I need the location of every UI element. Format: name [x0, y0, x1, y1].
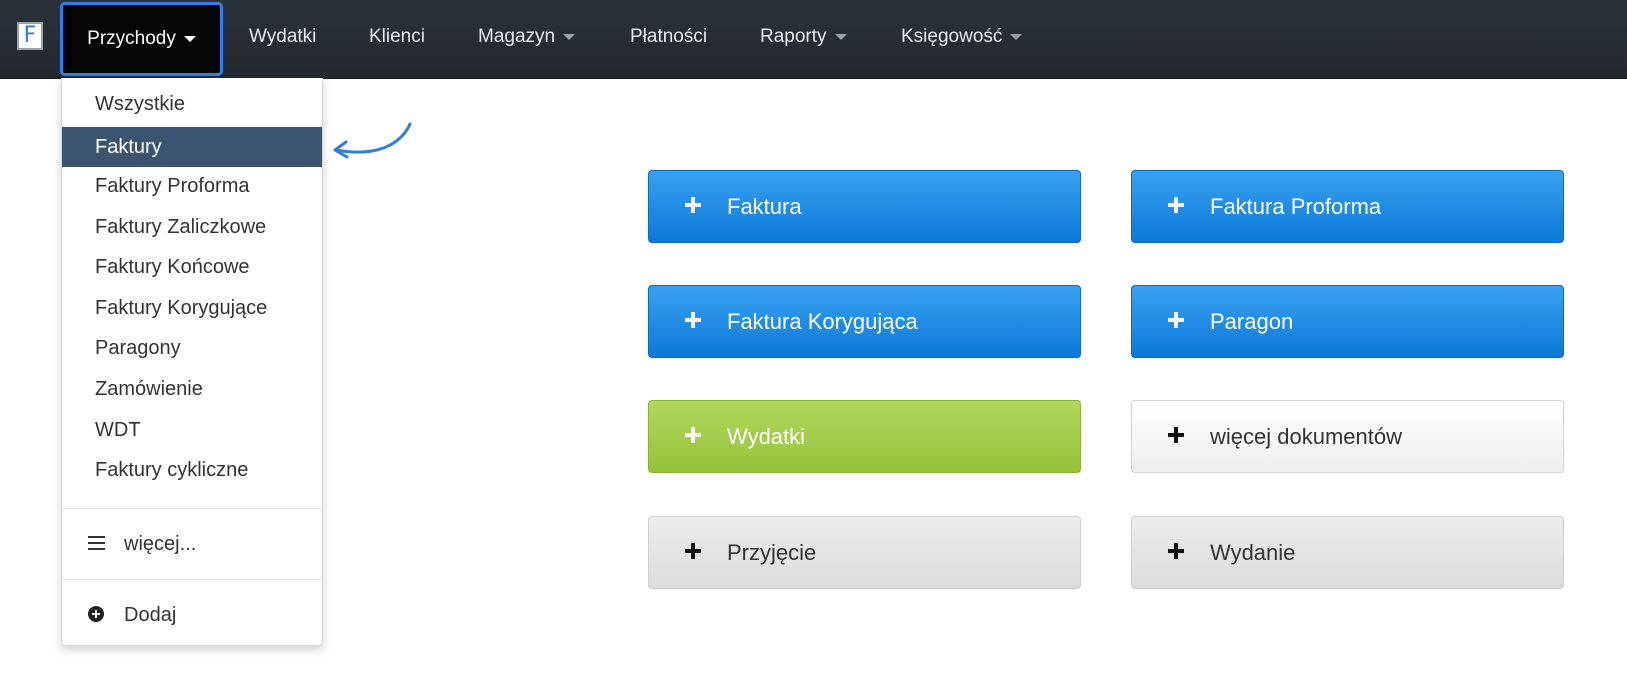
list-icon — [88, 535, 105, 550]
nav-magazyn[interactable]: Magazyn — [478, 0, 576, 74]
app-window: F Przychody Wydatki Klienci Magazyn Płat… — [0, 0, 1627, 686]
plus-icon — [685, 543, 701, 560]
menu-item-faktury-zaliczkowe[interactable]: Faktury Zaliczkowe — [62, 207, 322, 247]
add-faktura-korygujaca-button[interactable]: Faktura Korygująca — [648, 285, 1081, 358]
nav-raporty[interactable]: Raporty — [760, 0, 847, 74]
menu-item-zamowienie[interactable]: Zamówienie — [62, 369, 322, 409]
menu-item-paragony[interactable]: Paragony — [62, 328, 322, 368]
menu-divider — [62, 508, 322, 509]
button-label: Wydanie — [1210, 540, 1296, 565]
menu-item-dodaj[interactable]: Dodaj — [62, 595, 322, 635]
menu-item-faktury-cykliczne[interactable]: Faktury cykliczne — [62, 450, 322, 490]
nav-klienci[interactable]: Klienci — [369, 0, 425, 74]
menu-item-faktury-korygujace[interactable]: Faktury Korygujące — [62, 288, 322, 328]
button-label: Faktura — [727, 194, 802, 219]
przychody-dropdown-menu: Wszystkie Faktury Faktury Proforma Faktu… — [61, 78, 323, 646]
wiecej-dokumentow-button[interactable]: więcej dokumentów — [1131, 400, 1564, 473]
nav-label: Klienci — [369, 26, 425, 47]
plus-icon — [1168, 543, 1184, 560]
button-label: Paragon — [1210, 309, 1294, 334]
plus-icon — [685, 312, 701, 329]
nav-label: Magazyn — [478, 26, 556, 47]
caret-down-icon — [1010, 33, 1023, 40]
nav-label: Raporty — [760, 26, 827, 47]
menu-item-faktury-proforma[interactable]: Faktury Proforma — [62, 166, 322, 206]
plus-icon — [1168, 312, 1184, 329]
nav-przychody[interactable]: Przychody — [60, 2, 223, 76]
plus-circle-icon — [88, 605, 104, 622]
nav-label: Przychody — [87, 28, 176, 49]
menu-item-label: Dodaj — [124, 604, 177, 626]
nav-label: Wydatki — [249, 26, 317, 47]
nav-label: Księgowość — [901, 26, 1003, 47]
plus-icon — [685, 197, 701, 214]
annotation-arrow-icon — [333, 122, 412, 159]
button-label: Wydatki — [727, 424, 806, 449]
plus-icon — [1168, 427, 1184, 444]
caret-down-icon — [183, 35, 196, 42]
brand-logo[interactable]: F — [17, 22, 43, 50]
button-label: Przyjęcie — [727, 540, 817, 565]
nav-label: Płatności — [630, 26, 708, 47]
caret-down-icon — [834, 33, 847, 40]
nav-ksiegowosc[interactable]: Księgowość — [901, 0, 1023, 74]
menu-item-faktury-koncowe[interactable]: Faktury Końcowe — [62, 247, 322, 287]
menu-item-wszystkie[interactable]: Wszystkie — [62, 84, 322, 124]
nav-platnosci[interactable]: Płatności — [630, 0, 707, 74]
top-navbar: F Przychody Wydatki Klienci Magazyn Płat… — [0, 0, 1627, 79]
menu-divider — [62, 579, 322, 580]
add-przyjecie-button[interactable]: Przyjęcie — [648, 516, 1081, 589]
menu-item-faktury[interactable]: Faktury — [62, 127, 322, 167]
add-wydanie-button[interactable]: Wydanie — [1131, 516, 1564, 589]
button-label: więcej dokumentów — [1210, 424, 1402, 449]
add-paragon-button[interactable]: Paragon — [1131, 285, 1564, 358]
add-wydatki-button[interactable]: Wydatki — [648, 400, 1081, 473]
nav-wydatki[interactable]: Wydatki — [249, 0, 316, 74]
menu-item-label: więcej... — [124, 533, 197, 555]
button-label: Faktura Korygująca — [727, 309, 918, 334]
plus-icon — [1168, 197, 1184, 214]
add-faktura-button[interactable]: Faktura — [648, 170, 1081, 243]
button-label: Faktura Proforma — [1210, 194, 1382, 219]
caret-down-icon — [563, 33, 576, 40]
menu-item-wdt[interactable]: WDT — [62, 410, 322, 450]
plus-icon — [685, 427, 701, 444]
add-faktura-proforma-button[interactable]: Faktura Proforma — [1131, 170, 1564, 243]
menu-item-wiecej[interactable]: więcej... — [62, 524, 322, 564]
